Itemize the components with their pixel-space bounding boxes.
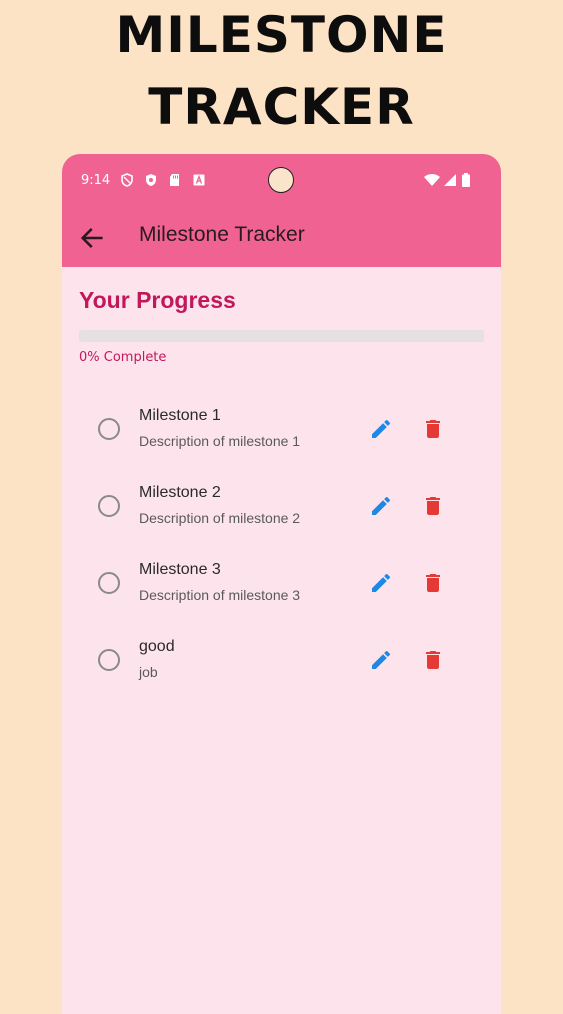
milestone-description: job bbox=[139, 664, 158, 680]
milestone-description: Description of milestone 3 bbox=[139, 587, 301, 603]
milestone-title: good bbox=[139, 638, 175, 655]
wifi-icon bbox=[424, 174, 440, 186]
edit-icon[interactable] bbox=[369, 494, 393, 518]
edit-icon[interactable] bbox=[369, 648, 393, 672]
radio-unchecked-icon[interactable] bbox=[98, 572, 120, 594]
radio-unchecked-icon[interactable] bbox=[98, 495, 120, 517]
progress-heading: Your Progress bbox=[79, 287, 236, 313]
shield-icon bbox=[146, 174, 156, 186]
radio-unchecked-icon[interactable] bbox=[98, 418, 120, 440]
delete-icon[interactable] bbox=[421, 571, 445, 595]
progress-label: 0% Complete bbox=[79, 350, 167, 365]
camera-cutout bbox=[268, 167, 294, 193]
status-bar: 9:14 bbox=[62, 154, 501, 210]
delete-icon[interactable] bbox=[421, 417, 445, 441]
delete-icon[interactable] bbox=[421, 648, 445, 672]
phone-screen: 9:14 Milestone Tracker Your Progress 0% … bbox=[62, 154, 501, 1014]
progress-bar bbox=[79, 330, 484, 342]
app-a-icon bbox=[193, 174, 205, 186]
edit-icon[interactable] bbox=[369, 571, 393, 595]
milestone-item[interactable]: Milestone 3 Description of milestone 3 bbox=[62, 544, 501, 620]
promo-title-line1: MILESTONE bbox=[115, 6, 448, 64]
battery-icon bbox=[462, 173, 470, 187]
milestone-title: Milestone 1 bbox=[139, 407, 221, 424]
status-time: 9:14 bbox=[81, 173, 111, 188]
shield-outline-icon bbox=[121, 173, 133, 187]
milestone-description: Description of milestone 2 bbox=[139, 510, 301, 526]
app-title: Milestone Tracker bbox=[139, 223, 305, 246]
delete-icon[interactable] bbox=[421, 494, 445, 518]
milestone-title: Milestone 2 bbox=[139, 484, 221, 501]
milestone-item[interactable]: Milestone 2 Description of milestone 2 bbox=[62, 467, 501, 543]
edit-icon[interactable] bbox=[369, 417, 393, 441]
sd-card-icon bbox=[170, 174, 179, 186]
milestone-item[interactable]: Milestone 1 Description of milestone 1 bbox=[62, 390, 501, 466]
milestone-item[interactable]: good job bbox=[62, 621, 501, 697]
milestone-description: Description of milestone 1 bbox=[139, 433, 301, 449]
app-bar: Milestone Tracker bbox=[62, 210, 501, 267]
promo-title-line2: TRACKER bbox=[148, 78, 415, 136]
milestone-title: Milestone 3 bbox=[139, 561, 221, 578]
back-arrow-icon[interactable] bbox=[78, 224, 106, 252]
radio-unchecked-icon[interactable] bbox=[98, 649, 120, 671]
signal-icon bbox=[444, 174, 456, 186]
